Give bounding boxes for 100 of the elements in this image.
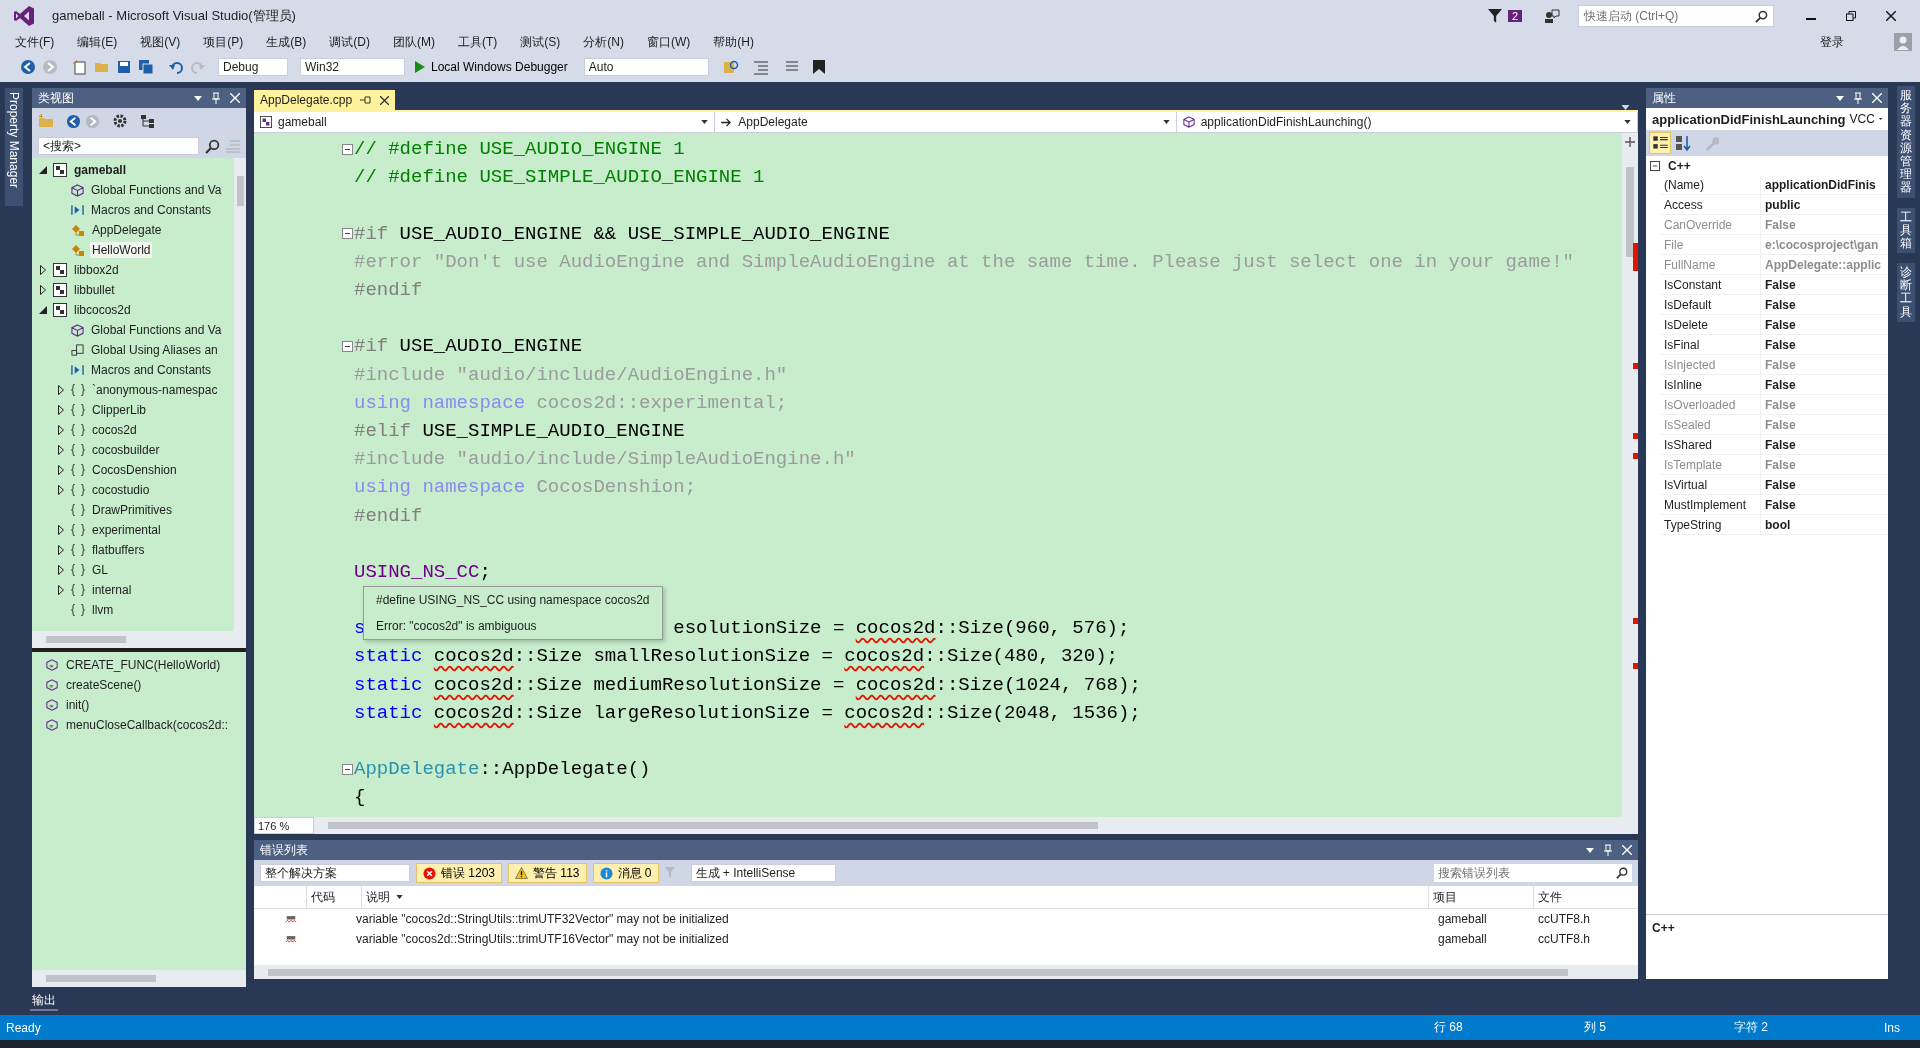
scope-dropdown[interactable]: 整个解决方案 xyxy=(260,864,410,882)
tree-item[interactable]: libbullet xyxy=(72,282,117,298)
collapsed-arrow-icon[interactable] xyxy=(58,385,64,395)
back-icon[interactable] xyxy=(66,113,81,129)
tree-item[interactable]: llvm xyxy=(90,602,116,618)
member-item[interactable]: menuCloseCallback(cocos2d:: xyxy=(66,718,229,732)
side-tab[interactable]: 工具箱 xyxy=(1897,207,1915,254)
pin-icon[interactable] xyxy=(212,92,220,104)
collapsed-arrow-icon[interactable] xyxy=(58,545,64,555)
column-header[interactable]: 项目 xyxy=(1428,886,1533,908)
tree-item[interactable]: Global Using Aliases an xyxy=(89,342,220,358)
notification-badge[interactable]: 2 xyxy=(1507,10,1522,22)
member-item[interactable]: createScene() xyxy=(66,678,142,692)
output-tab[interactable]: 输出 xyxy=(30,991,58,1011)
dropdown-icon[interactable] xyxy=(1836,95,1844,101)
collapse-icon[interactable] xyxy=(1650,160,1660,171)
collapse-icon[interactable] xyxy=(342,340,353,352)
collapsed-arrow-icon[interactable] xyxy=(40,285,46,295)
solution-mode-dropdown[interactable]: Auto xyxy=(583,58,709,76)
start-debugging-button[interactable]: Local Windows Debugger xyxy=(411,60,572,74)
tree-item[interactable]: Global Functions and Va xyxy=(89,182,224,198)
save-all-icon[interactable] xyxy=(138,59,154,75)
scrollbar[interactable] xyxy=(234,158,246,631)
sort-caret-icon[interactable] xyxy=(396,895,403,899)
filter-toggle[interactable]: 错误 1203 xyxy=(416,863,503,883)
tree-item[interactable]: AppDelegate xyxy=(90,222,164,238)
menu-item[interactable]: 窗口(W) xyxy=(640,33,698,51)
property-value[interactable]: False xyxy=(1761,275,1888,294)
collapsed-arrow-icon[interactable] xyxy=(58,445,64,455)
member-item[interactable]: init() xyxy=(66,698,90,712)
restore-icon[interactable] xyxy=(1846,11,1856,21)
property-value[interactable]: False xyxy=(1761,335,1888,354)
menu-item[interactable]: 工具(T) xyxy=(451,33,505,51)
find-icon[interactable] xyxy=(722,59,739,75)
back-icon[interactable] xyxy=(20,59,36,75)
settings-icon[interactable] xyxy=(112,113,128,129)
zoom-dropdown[interactable]: 176 % xyxy=(254,817,314,834)
tree-item[interactable]: experimental xyxy=(90,522,163,538)
tree-item[interactable]: internal xyxy=(90,582,134,598)
document-tab[interactable]: AppDelegate.cpp xyxy=(254,90,396,110)
tree-item[interactable]: cocosbuilder xyxy=(90,442,162,458)
navigation-dropdown[interactable]: applicationDidFinishLaunching() xyxy=(1176,112,1638,132)
platform-dropdown[interactable]: Win32 xyxy=(300,58,405,76)
menu-item[interactable]: 测试(S) xyxy=(513,33,568,51)
property-value[interactable]: False xyxy=(1761,295,1888,314)
caret-icon[interactable] xyxy=(1878,117,1882,121)
property-value[interactable]: False xyxy=(1761,495,1888,514)
property-value[interactable]: False xyxy=(1761,435,1888,454)
tree-item[interactable]: cocos2d xyxy=(90,422,139,438)
scrollbar-thumb[interactable] xyxy=(1626,167,1634,257)
pin-icon[interactable] xyxy=(360,96,373,104)
dropdown-icon[interactable] xyxy=(194,95,202,101)
close-icon[interactable] xyxy=(380,95,390,105)
search-field[interactable]: 搜索错误列表 xyxy=(1434,864,1632,882)
expanded-arrow-icon[interactable] xyxy=(39,166,47,174)
sign-in-link[interactable]: 登录 xyxy=(1820,33,1844,51)
collapse-icon[interactable] xyxy=(342,143,353,155)
collapsed-arrow-icon[interactable] xyxy=(58,525,64,535)
property-value[interactable]: False xyxy=(1761,315,1888,334)
tree-item[interactable]: GL xyxy=(90,562,110,578)
sort-az-icon[interactable] xyxy=(1674,134,1692,152)
search-field[interactable]: <搜索> xyxy=(38,137,199,155)
menu-item[interactable]: 分析(N) xyxy=(576,33,631,51)
menu-item[interactable]: 编辑(E) xyxy=(70,33,125,51)
filter-icon[interactable] xyxy=(1487,9,1502,23)
scrollbar[interactable] xyxy=(254,965,1638,979)
tree-item[interactable]: Global Functions and Va xyxy=(89,322,224,338)
scrollbar-thumb[interactable] xyxy=(328,822,1098,829)
expanded-arrow-icon[interactable] xyxy=(39,306,47,314)
collapsed-arrow-icon[interactable] xyxy=(58,585,64,595)
tree-item[interactable]: libbox2d xyxy=(72,262,121,278)
menu-item[interactable]: 团队(M) xyxy=(386,33,442,51)
configuration-dropdown[interactable]: Debug xyxy=(218,58,288,76)
save-icon[interactable] xyxy=(116,59,132,75)
undo-icon[interactable] xyxy=(168,59,184,75)
menu-item[interactable]: 调试(D) xyxy=(322,33,377,51)
side-tab[interactable]: 诊断工具 xyxy=(1897,263,1915,322)
filter-toggle[interactable]: 消息 0 xyxy=(592,863,659,883)
categorized-icon[interactable] xyxy=(1650,133,1670,153)
collapsed-arrow-icon[interactable] xyxy=(58,485,64,495)
close-icon[interactable] xyxy=(1886,11,1896,21)
side-tab[interactable]: 服务器资源管理器 xyxy=(1897,86,1915,198)
quick-launch-field[interactable]: 快速启动 (Ctrl+Q) xyxy=(1578,5,1774,27)
menu-item[interactable]: 生成(B) xyxy=(259,33,314,51)
property-value[interactable]: public xyxy=(1761,195,1888,214)
collapsed-arrow-icon[interactable] xyxy=(58,405,64,415)
scrollbar[interactable] xyxy=(32,631,246,648)
collapsed-arrow-icon[interactable] xyxy=(58,565,64,575)
hierarchy-icon[interactable] xyxy=(140,113,156,129)
new-project-icon[interactable] xyxy=(72,59,88,75)
menu-item[interactable]: 项目(P) xyxy=(196,33,251,51)
tree-item[interactable]: cocostudio xyxy=(90,482,152,498)
column-header[interactable]: 文件 xyxy=(1533,886,1638,908)
pin-icon[interactable] xyxy=(1604,844,1612,856)
member-item[interactable]: CREATE_FUNC(HelloWorld) xyxy=(66,658,221,672)
tree-item[interactable]: CocosDenshion xyxy=(90,462,179,478)
feedback-icon[interactable] xyxy=(1544,8,1560,24)
search-icon[interactable] xyxy=(205,138,220,154)
dropdown-icon[interactable] xyxy=(1586,847,1594,853)
collapse-icon[interactable] xyxy=(342,763,353,775)
